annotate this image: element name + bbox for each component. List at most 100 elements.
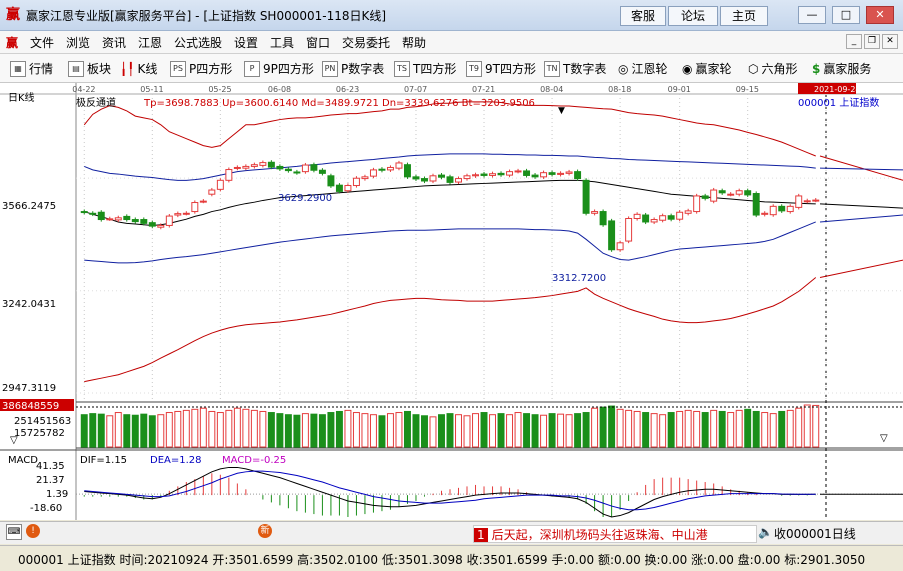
candle-body [421,178,428,182]
volume-bar [463,415,471,448]
volume-bar [259,410,267,448]
news-icon[interactable]: 新 [258,524,272,538]
volume-bar [421,415,428,448]
candle-body [769,205,777,216]
menu-info[interactable]: 资讯 [102,34,126,51]
maximize-button[interactable]: □ [832,6,860,24]
tool-t-square[interactable]: TS T四方形 [394,60,456,77]
tool-kline[interactable]: ╽╿ K线 [120,60,157,77]
tool-p-table[interactable]: PN P数字表 [322,60,384,77]
tool-p-square[interactable]: PS P四方形 [170,60,232,77]
volume-bar [506,414,514,448]
candle-body [455,178,462,183]
date-tick: 08-18 [608,85,631,94]
tn-icon: TN [544,60,560,77]
tool-gann-wheel[interactable]: ◎ 江恩轮 [618,60,668,77]
indicator-name: 极反通道 [76,96,116,109]
tool-winner-wheel[interactable]: ◉ 赢家轮 [682,60,732,77]
menu-tools[interactable]: 工具 [270,34,294,51]
menu-gann[interactable]: 江恩 [138,34,162,51]
volume-bar [489,414,497,448]
candles [80,160,820,252]
volume-bar [182,409,190,448]
candle-body [250,164,258,167]
home-button[interactable]: 主页 [720,6,768,26]
volume-bar [514,412,522,448]
keyboard-icon[interactable]: ⌨ [6,524,22,540]
candle-body [557,172,565,175]
volume-bar [701,412,709,448]
tool-hexagon[interactable]: ⬡ 六角形 [748,60,798,77]
candle-body [386,166,394,171]
menu-trade[interactable]: 交易委托 [342,34,390,51]
candle-body [582,179,590,214]
volume-bar [684,409,692,448]
menu-settings[interactable]: 设置 [234,34,258,51]
volume-bar [744,408,752,448]
candle-body [301,164,309,173]
mdi-close-button[interactable]: ✕ [882,34,898,49]
channel-bands [83,101,903,383]
tool-quotes[interactable]: ▦ 行情 [10,60,53,77]
collapse-arrow-icon[interactable]: ▽ [10,435,18,446]
tool-quotes-label: 行情 [29,62,54,76]
volume-tick-3: 15725782 [14,428,65,439]
mdi-restore-button[interactable]: ❐ [864,34,880,49]
sound-icon[interactable]: 🔈 [758,525,773,539]
volume-bar [582,412,590,448]
volume-bar [803,404,811,448]
tool-sectors[interactable]: ▤ 板块 [68,60,111,77]
volume-bar [386,413,394,448]
volume-bar [667,412,675,448]
menu-window[interactable]: 窗口 [306,34,330,51]
band-mid-extension [819,203,903,209]
mdi-minimize-button[interactable]: _ [846,34,862,49]
candle-body [429,175,437,182]
chart-area[interactable]: 04-22 05-11 05-25 06-08 06-23 07-07 07-21 08-04… [0,83,903,520]
price-tick-3: 2947.3119 [2,383,56,394]
minimize-button[interactable]: — [798,6,826,24]
menu-browse[interactable]: 浏览 [66,34,90,51]
macd-label: MACD [8,455,38,466]
tool-9t-square[interactable]: T9 9T四方形 [466,60,536,77]
candle-body [438,174,445,178]
tool-t-table[interactable]: TN T数字表 [544,60,606,77]
volume-bar [97,413,105,448]
candle-body [463,175,471,180]
volume-bar [438,414,445,448]
volume-bar [80,414,88,448]
alert-icon[interactable]: ! [26,524,40,538]
candle-body [812,199,820,202]
close-button[interactable]: ✕ [866,6,894,24]
menu-file[interactable]: 文件 [30,34,54,51]
tool-9t-square-label: 9T四方形 [485,62,536,76]
volume-bar [710,409,718,448]
volume-bar [216,412,224,448]
candle-body [352,177,360,187]
candle-body [752,193,760,216]
menu-formula[interactable]: 公式选股 [174,34,222,51]
macd-panel [76,466,903,518]
news-ticker[interactable]: 1 后天起，深圳机场码头往返珠海、中山港 [473,525,757,543]
forum-button[interactable]: 论坛 [668,6,718,26]
candle-body [165,215,173,226]
hexagon-icon: ⬡ [748,61,759,76]
support-button[interactable]: 客服 [620,6,666,26]
candle-body [369,169,377,177]
dollar-icon: $ [812,61,821,76]
candle-body [208,189,216,195]
kline-chart[interactable]: 04-22 05-11 05-25 06-08 06-23 07-07 07-21 08-04… [0,83,903,520]
tool-hexagon-label: 六角形 [761,62,798,76]
volume-bar [395,412,403,448]
menu-help[interactable]: 帮助 [402,34,426,51]
volume-bar [769,413,777,448]
tool-9p-square[interactable]: P 9P四方形 [244,60,314,77]
expand-arrow-icon[interactable]: ▽ [880,433,888,444]
volume-bar [761,412,769,448]
tool-service[interactable]: $ 赢家服务 [812,60,871,77]
window-title: 赢家江恩专业版[赢家服务平台] - [上证指数 SH000001-118日K线] [26,9,387,23]
candle-body [395,162,403,169]
candle-body [89,212,97,215]
volume-bar [693,410,701,448]
symbol-label: 000001 上证指数 [798,96,879,109]
